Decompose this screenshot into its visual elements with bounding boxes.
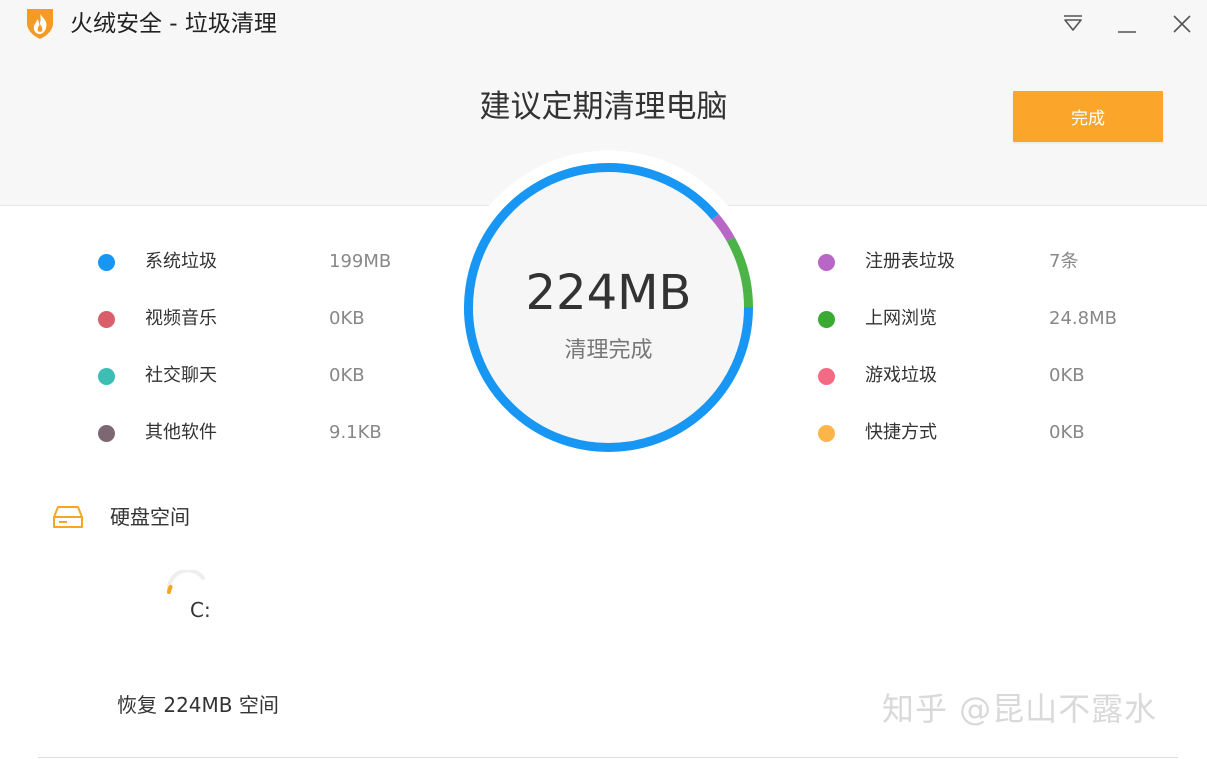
category-dot [98,311,115,328]
category-shortcuts: 快捷方式 0KB [818,418,1158,448]
done-button[interactable]: 完成 [1013,91,1163,142]
category-dot [818,425,835,442]
category-name: 游戏垃圾 [865,365,937,386]
category-value: 9.1KB [329,422,382,443]
category-dot [818,311,835,328]
clean-status: 清理完成 [564,338,653,363]
category-other-software: 其他软件 9.1KB [98,418,438,448]
hard-disk-icon [52,503,84,531]
recovered-space: 恢复 224MB 空间 [117,693,279,717]
category-name: 视频音乐 [145,308,217,329]
category-dot [98,425,115,442]
category-name: 其他软件 [145,422,217,443]
category-dot [98,254,115,271]
category-name: 上网浏览 [865,308,937,329]
title-bar: 火绒安全 - 垃圾清理 [0,0,1207,48]
category-value: 199MB [329,251,392,272]
category-browsing: 上网浏览 24.8MB [818,304,1158,334]
menu-triangle-icon[interactable] [1057,8,1089,40]
disk-space-title: 硬盘空间 [110,505,190,529]
bottom-divider [38,757,1178,758]
cleanup-ring: 224MB 清理完成 [451,150,766,465]
category-system: 系统垃圾 199MB [98,247,438,277]
category-games: 游戏垃圾 0KB [818,361,1158,391]
category-value: 0KB [1049,422,1085,443]
watermark-text: 知乎 @昆山不露水 [882,690,1158,728]
huorong-flame-shield-icon [24,6,56,40]
category-value: 24.8MB [1049,308,1117,329]
category-value: 0KB [329,365,365,386]
drive-label: C: [190,598,211,622]
category-dot [818,368,835,385]
window-title: 火绒安全 - 垃圾清理 [70,11,277,37]
category-name: 快捷方式 [865,422,937,443]
category-name: 社交聊天 [145,365,217,386]
category-social-chat: 社交聊天 0KB [98,361,438,391]
minimize-icon[interactable] [1111,8,1143,40]
category-dot [98,368,115,385]
category-name: 系统垃圾 [145,251,217,272]
category-value: 0KB [1049,365,1085,386]
category-registry: 注册表垃圾 7条 [818,247,1158,277]
category-video-music: 视频音乐 0KB [98,304,438,334]
category-value: 0KB [329,308,365,329]
category-dot [818,254,835,271]
close-icon[interactable] [1166,8,1198,40]
category-value: 7条 [1049,251,1079,272]
total-size: 224MB [525,265,692,321]
category-name: 注册表垃圾 [865,251,955,272]
